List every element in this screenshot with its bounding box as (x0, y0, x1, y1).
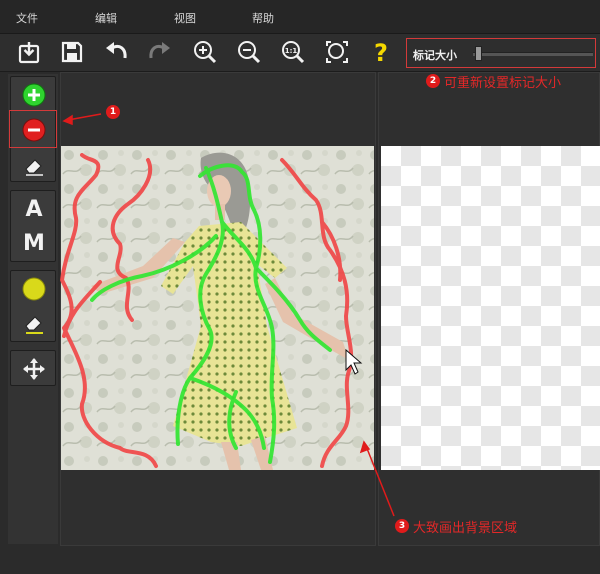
source-photo[interactable] (61, 146, 374, 470)
photo-illustration (61, 146, 374, 470)
fit-button[interactable] (322, 37, 352, 67)
remove-marker-highlight (9, 110, 57, 148)
annotation-badge-1: 1 (106, 105, 120, 119)
annotation-text-2: 可重新设置标记大小 (444, 76, 562, 91)
help-icon: ? (374, 39, 388, 65)
marker-size-slider-thumb[interactable] (474, 46, 482, 61)
redo-button[interactable] (145, 37, 175, 67)
marker-size-control: 标记大小 (406, 38, 596, 68)
move-tool-group (10, 350, 56, 386)
menu-edit[interactable]: 编辑 (95, 10, 117, 26)
hair-color-button[interactable] (14, 273, 54, 305)
menu-view[interactable]: 视图 (174, 10, 196, 26)
hair-tools-group (10, 270, 56, 342)
marker-size-slider-track[interactable] (473, 52, 593, 56)
zoom-in-icon (194, 41, 217, 64)
hair-eraser-icon (25, 316, 43, 334)
undo-icon (106, 42, 127, 59)
result-transparent-area (381, 146, 600, 470)
zoom-out-button[interactable] (234, 37, 264, 67)
keep-marker-button[interactable] (14, 79, 54, 111)
open-button[interactable] (14, 37, 44, 67)
help-button[interactable]: ? (366, 37, 396, 67)
hair-color-icon (22, 277, 46, 301)
zoom-out-icon (238, 41, 261, 64)
menu-bar: 文件 编辑 视图 帮助 (0, 0, 600, 34)
annotation-text-3: 大致画出背景区域 (413, 521, 518, 536)
auto-mode-letter: A (25, 196, 43, 222)
actual-size-button[interactable]: 1:1 (278, 37, 308, 67)
actual-size-label: 1:1 (285, 47, 298, 55)
open-icon (18, 42, 40, 64)
redo-icon (149, 42, 170, 59)
marker-size-label: 标记大小 (413, 49, 457, 62)
hair-eraser-button[interactable] (14, 307, 54, 339)
actual-size-icon: 1:1 (282, 41, 305, 64)
auto-mode-button[interactable]: A (14, 193, 54, 225)
move-button[interactable] (14, 353, 54, 385)
fit-icon (326, 41, 348, 63)
eraser-button[interactable] (14, 149, 54, 181)
toolbar: 1:1 ? 标记大小 (0, 34, 600, 72)
help-label: ? (374, 39, 388, 65)
annotation-badge-2: 2 (426, 74, 440, 88)
manual-mode-letter: M (23, 230, 45, 256)
app-window: 文件 编辑 视图 帮助 1:1 ? 标记大小 A M 1 2 可重新设置标记大小… (0, 0, 600, 574)
zoom-in-button[interactable] (190, 37, 220, 67)
move-icon (23, 358, 45, 380)
selection-mode-group: A M (10, 190, 56, 262)
save-button[interactable] (57, 37, 87, 67)
menu-file[interactable]: 文件 (16, 10, 38, 26)
menu-help[interactable]: 帮助 (252, 10, 274, 26)
undo-button[interactable] (101, 37, 131, 67)
annotation-badge-3: 3 (395, 519, 409, 533)
eraser-icon (25, 159, 43, 176)
keep-marker-icon (22, 83, 46, 107)
save-icon (61, 41, 83, 63)
manual-mode-button[interactable]: M (14, 227, 54, 259)
status-bar (0, 548, 600, 574)
